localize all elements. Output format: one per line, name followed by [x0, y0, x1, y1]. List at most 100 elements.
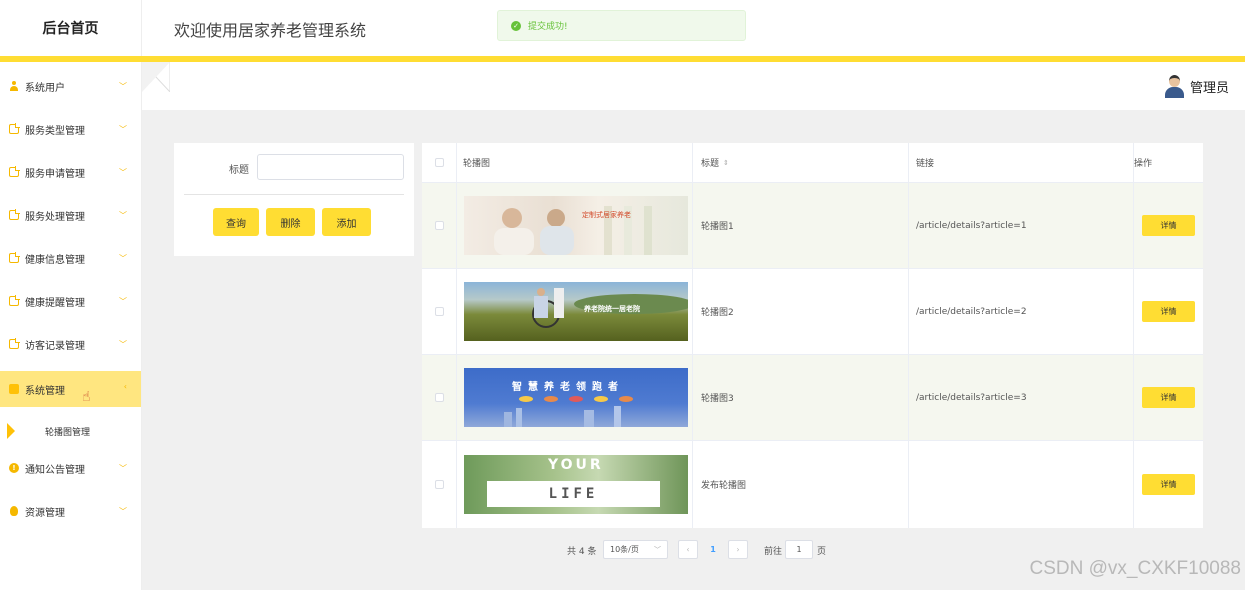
sidebar-subitem-label: 轮播图管理 — [45, 427, 91, 438]
prev-page-button[interactable]: ‹ — [678, 540, 698, 559]
sidebar-item-label: 访客记录管理 — [25, 340, 85, 352]
system-icon — [9, 384, 19, 394]
document-icon — [9, 338, 20, 349]
sidebar-item-notices[interactable]: ! 通知公告管理 ﹀ — [0, 450, 141, 486]
detail-button[interactable]: 详情 — [1142, 474, 1195, 495]
row-link: /article/details?article=1 — [909, 183, 1134, 268]
sidebar-item-label: 服务申请管理 — [25, 168, 85, 180]
sidebar-item-label: 健康信息管理 — [25, 254, 85, 266]
document-icon — [9, 295, 20, 306]
search-title-label: 标题 — [229, 165, 249, 176]
page-suffix: 页 — [817, 547, 827, 557]
select-all-checkbox[interactable] — [434, 158, 444, 167]
table-row: 定制式居家养老 轮播图1 /article/details?article=1 … — [422, 183, 1203, 269]
pagination-total: 共 4 条 — [567, 547, 597, 557]
row-link — [909, 441, 1134, 528]
sidebar-item-health-reminders[interactable]: 健康提醒管理 ﹀ — [0, 283, 141, 319]
carousel-table: 轮播图 标题 ⇕ 链接 操作 定制式居家养老 轮播图1 /article/det… — [422, 143, 1203, 528]
chevron-down-icon: ﹀ — [119, 254, 127, 263]
add-button[interactable]: 添加 — [322, 208, 371, 236]
user-icon — [9, 81, 19, 91]
carousel-image: 养老院统一居老院 — [464, 282, 688, 341]
watermark: CSDN @vx_CXKF10088 — [1029, 558, 1241, 579]
sidebar-subitem-carousel[interactable]: 轮播图管理 — [0, 421, 141, 441]
header-image: 轮播图 — [457, 143, 693, 182]
table-row: 养老院统一居老院 轮播图2 /article/details?article=2… — [422, 269, 1203, 355]
current-page[interactable]: 1 — [701, 540, 725, 559]
page-size-select[interactable]: 10条/页 ﹀ — [603, 540, 668, 559]
chevron-down-icon: ﹀ — [119, 168, 127, 177]
search-panel: 标题 查询 删除 添加 — [174, 143, 414, 256]
sidebar-item-service-requests[interactable]: 服务申请管理 ﹀ — [0, 154, 141, 190]
top-header: 后台首页 欢迎使用居家养老管理系统 ✓ 提交成功! — [0, 0, 1245, 56]
carousel-image: 定制式居家养老 — [464, 196, 688, 255]
avatar-icon — [1164, 74, 1184, 98]
sidebar-item-system-users[interactable]: 系统用户 ﹀ — [0, 68, 141, 104]
detail-button[interactable]: 详情 — [1142, 301, 1195, 322]
goto-page-input[interactable] — [785, 540, 813, 559]
chevron-down-icon: ﹀ — [119, 82, 127, 91]
sidebar-item-service-processing[interactable]: 服务处理管理 ﹀ — [0, 197, 141, 233]
delete-button[interactable]: 删除 — [266, 208, 315, 236]
divider — [184, 194, 404, 195]
active-arrow-icon — [7, 423, 15, 439]
sort-icon[interactable]: ⇕ — [723, 159, 729, 167]
sidebar-item-visitor-records[interactable]: 访客记录管理 ﹀ — [0, 326, 141, 362]
banner-caption: 定制式居家养老 — [582, 211, 631, 219]
sidebar-item-service-types[interactable]: 服务类型管理 ﹀ — [0, 111, 141, 147]
collapse-toggle-icon[interactable] — [142, 62, 170, 92]
chevron-down-icon: ﹀ — [654, 545, 661, 554]
check-circle-icon: ✓ — [511, 20, 521, 31]
page-size-value: 10条/页 — [610, 545, 639, 554]
chevron-down-icon: ﹀ — [119, 297, 127, 306]
document-icon — [9, 252, 20, 263]
row-checkbox[interactable] — [434, 221, 444, 230]
brand-home-link[interactable]: 后台首页 — [0, 0, 142, 56]
banner-caption: 智慧养老领跑者 — [512, 382, 624, 393]
bulb-icon — [10, 506, 18, 516]
sidebar-item-resources[interactable]: 资源管理 ﹀ — [0, 493, 141, 529]
goto-label: 前往 — [764, 547, 783, 557]
query-button[interactable]: 查询 — [213, 208, 259, 236]
banner-caption-bottom: LIFE — [548, 486, 599, 502]
header-action: 操作 — [1134, 159, 1153, 169]
row-link: /article/details?article=2 — [909, 269, 1134, 354]
sidebar-item-system-management[interactable]: 系统管理 ‹ — [0, 371, 141, 407]
banner-caption-top: YOUR — [548, 457, 604, 473]
banner-illustration — [532, 288, 688, 328]
banner-illustration — [504, 396, 633, 427]
sidebar-item-label: 服务类型管理 — [25, 125, 85, 137]
success-toast: ✓ 提交成功! — [497, 10, 746, 41]
next-page-button[interactable]: › — [728, 540, 748, 559]
row-checkbox[interactable] — [434, 307, 444, 316]
detail-button[interactable]: 详情 — [1142, 215, 1195, 236]
info-icon: ! — [9, 463, 19, 473]
chevron-down-icon: ﹀ — [119, 340, 127, 349]
row-title: 发布轮播图 — [693, 441, 909, 528]
header-title[interactable]: 标题 ⇕ — [693, 143, 909, 182]
sidebar-item-label: 服务处理管理 — [25, 211, 85, 223]
sidebar-item-health-info[interactable]: 健康信息管理 ﹀ — [0, 240, 141, 276]
table-header-row: 轮播图 标题 ⇕ 链接 操作 — [422, 143, 1203, 183]
header-title-label: 标题 — [701, 159, 720, 169]
user-name: 管理员 — [1189, 80, 1229, 96]
sidebar-menu: 系统用户 ﹀ 服务类型管理 ﹀ 服务申请管理 ﹀ 服务处理管理 ﹀ 健康信息管理… — [0, 62, 142, 590]
welcome-title: 欢迎使用居家养老管理系统 — [174, 21, 367, 40]
document-icon — [9, 166, 20, 177]
carousel-image: 智慧养老领跑者 — [464, 368, 688, 427]
row-title: 轮播图1 — [693, 183, 909, 268]
banner-illustration — [494, 206, 652, 255]
user-menu[interactable]: 管理员 — [1164, 74, 1229, 98]
sidebar-item-label: 资源管理 — [25, 507, 65, 519]
row-checkbox[interactable] — [434, 393, 444, 402]
table-row: YOUR LIFE 发布轮播图 详情 — [422, 441, 1203, 528]
search-title-input[interactable] — [257, 154, 404, 180]
hand-cursor-icon: ☝ — [82, 389, 91, 405]
chevron-down-icon: ﹀ — [119, 125, 127, 134]
document-icon — [9, 123, 20, 134]
row-link: /article/details?article=3 — [909, 355, 1134, 440]
detail-button[interactable]: 详情 — [1142, 387, 1195, 408]
chevron-left-icon: ‹ — [123, 382, 127, 391]
row-checkbox[interactable] — [434, 480, 444, 489]
table-row: 智慧养老领跑者 轮播图3 /article/details?article=3 … — [422, 355, 1203, 441]
